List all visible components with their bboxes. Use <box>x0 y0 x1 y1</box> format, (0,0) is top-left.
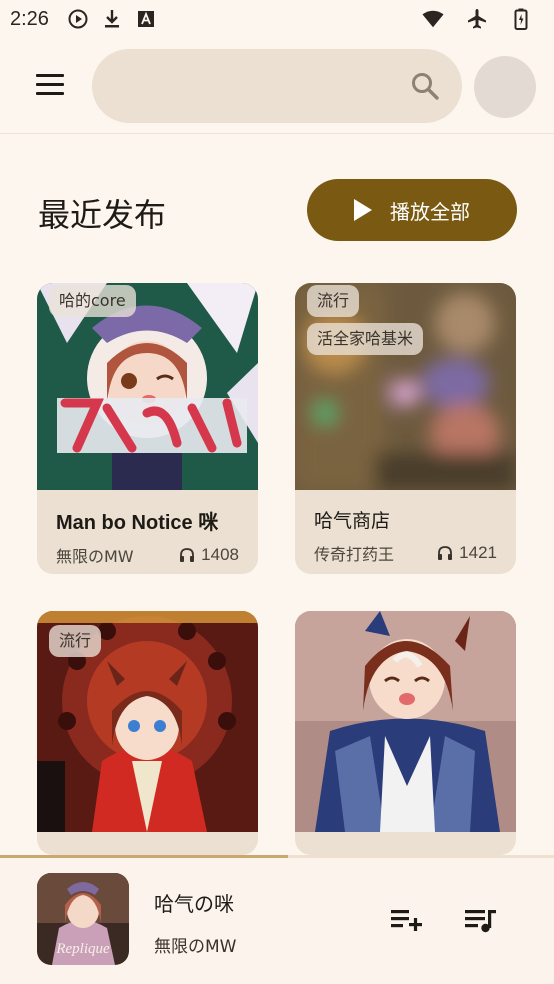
card-info: Man bo Notice 咪 無限のMW 1408 <box>37 490 258 574</box>
card-info: 哈气商店 传奇打药王 1421 <box>295 490 516 574</box>
play-count: 1408 <box>179 545 239 565</box>
menu-icon[interactable] <box>36 74 74 102</box>
artist-name: 传奇打药王 <box>314 545 395 564</box>
genre-tag: 活全家哈基米 <box>307 323 424 355</box>
status-time: 2:26 <box>10 7 49 30</box>
now-playing-cover: Replique <box>37 873 129 965</box>
play-count-value: 1408 <box>201 545 239 564</box>
song-card[interactable]: 流行 活全家哈基米 哈气商店 传奇打药王 1421 <box>295 283 516 574</box>
song-title: 哈气商店 <box>314 510 391 532</box>
queue-music-icon[interactable] <box>464 906 498 936</box>
play-circle-icon <box>67 8 89 30</box>
play-count: 1421 <box>437 543 497 563</box>
play-icon <box>354 199 372 221</box>
artist-name: 無限のMW <box>56 547 134 566</box>
section-title: 最近发布 <box>38 196 167 234</box>
download-icon <box>101 8 123 30</box>
search-input[interactable] <box>116 67 396 105</box>
song-card[interactable]: 哈的core Man bo Notice 咪 無限のMW 1408 <box>37 283 258 574</box>
album-cover <box>295 611 516 832</box>
now-playing-title: 哈气の咪 <box>154 892 234 916</box>
headphones-icon <box>438 546 453 560</box>
now-playing-artist: 無限のMW <box>154 937 237 957</box>
song-card[interactable] <box>295 611 516 855</box>
top-app-bar <box>0 40 554 134</box>
battery-icon <box>510 8 532 30</box>
mini-player[interactable]: Replique 哈气の咪 無限のMW <box>0 858 554 984</box>
song-card[interactable]: 流行 <box>37 611 258 855</box>
search-bar[interactable] <box>92 49 462 123</box>
genre-tag: 流行 <box>49 625 102 657</box>
genre-tag: 哈的core <box>49 285 136 317</box>
wifi-icon <box>422 8 444 30</box>
font-a-icon <box>135 8 157 30</box>
search-icon[interactable] <box>410 71 440 101</box>
song-title: Man bo Notice 咪 <box>56 512 219 534</box>
airplane-icon <box>466 8 488 30</box>
headphones-icon <box>180 548 195 562</box>
svg-text:Replique: Replique <box>55 941 110 957</box>
add-to-queue-icon[interactable] <box>390 906 424 936</box>
status-bar: 2:26 <box>0 0 554 38</box>
play-all-button[interactable]: 播放全部 <box>307 179 517 241</box>
genre-tag: 流行 <box>307 285 360 317</box>
play-count-value: 1421 <box>459 543 497 562</box>
play-all-label: 播放全部 <box>390 199 470 224</box>
avatar[interactable] <box>474 56 536 118</box>
